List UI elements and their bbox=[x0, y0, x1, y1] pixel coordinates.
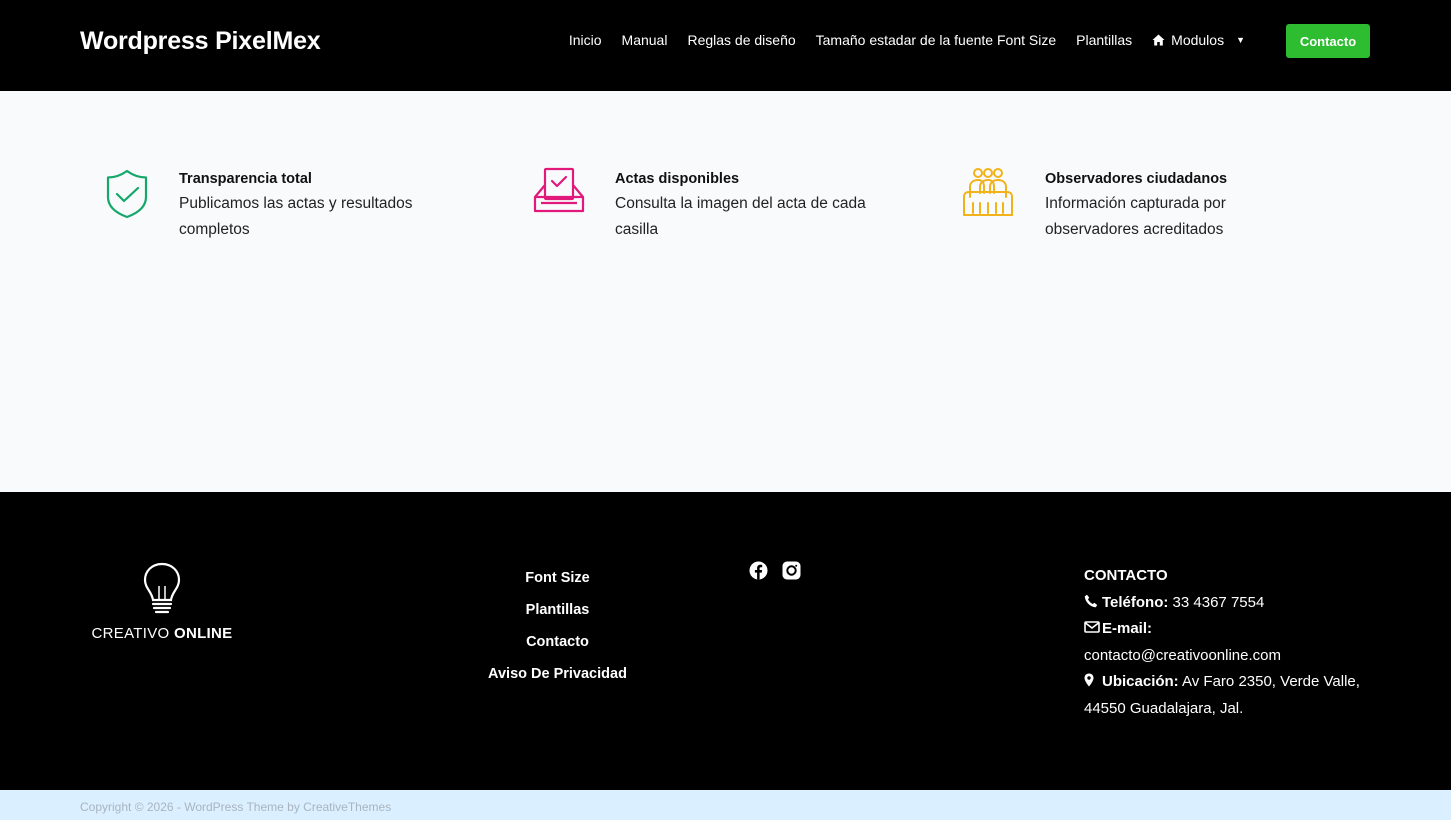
nav-item-modulos[interactable]: Modulos ▼ bbox=[1142, 32, 1255, 48]
feature-desc: Información capturada por observadores a… bbox=[1045, 195, 1226, 238]
email-label: E-mail: bbox=[1102, 620, 1153, 637]
contact-location: Ubicación: Av Faro 2350, Verde Valle, 44… bbox=[1084, 669, 1384, 722]
phone-value: 33 4367 7554 bbox=[1168, 593, 1265, 611]
creativo-online-logo[interactable]: CREATIVO ONLINE bbox=[87, 562, 237, 642]
feature-title: Actas disponibles bbox=[615, 171, 740, 187]
nav-item-reglas[interactable]: Reglas de diseño bbox=[677, 32, 805, 48]
footer-link-font-size[interactable]: Font Size bbox=[470, 562, 645, 594]
copyright-text: Copyright © 2026 - WordPress Theme by Cr… bbox=[80, 800, 392, 814]
phone-icon bbox=[1084, 591, 1098, 607]
contact-button[interactable]: Contacto bbox=[1286, 24, 1370, 58]
logo-text-light: CREATIVO bbox=[91, 625, 174, 642]
instagram-icon[interactable] bbox=[782, 561, 801, 580]
feature-title: Transparencia total bbox=[179, 171, 312, 187]
feature-observadores: Observadores ciudadanos Información capt… bbox=[962, 167, 1322, 243]
nav-item-font-size[interactable]: Tamaño estadar de la fuente Font Size bbox=[806, 32, 1066, 48]
main-nav: Inicio Manual Reglas de diseño Tamaño es… bbox=[559, 32, 1255, 48]
social-links bbox=[749, 561, 801, 580]
nav-item-plantillas[interactable]: Plantillas bbox=[1066, 32, 1142, 48]
caret-down-icon: ▼ bbox=[1236, 35, 1245, 45]
contact-email: E-mail: bbox=[1084, 616, 1384, 643]
observers-icon bbox=[962, 167, 1014, 223]
footer-bottom-bar: Copyright © 2026 - WordPress Theme by Cr… bbox=[0, 790, 1451, 820]
site-header: Wordpress PixelMex Inicio Manual Reglas … bbox=[0, 0, 1451, 91]
lightbulb-icon bbox=[143, 562, 181, 614]
contact-phone: Teléfono: 33 4367 7554 bbox=[1084, 590, 1384, 617]
feature-desc: Consulta la imagen del acta de cada casi… bbox=[615, 195, 866, 238]
site-footer: CREATIVO ONLINE Font Size Plantillas Con… bbox=[0, 492, 1451, 790]
footer-contact: CONTACTO Teléfono: 33 4367 7554 E-mail: … bbox=[1084, 563, 1384, 722]
footer-links: Font Size Plantillas Contacto Aviso De P… bbox=[470, 562, 645, 690]
envelope-icon bbox=[1084, 617, 1100, 633]
feature-transparencia: Transparencia total Publicamos las actas… bbox=[104, 167, 464, 243]
nav-item-inicio[interactable]: Inicio bbox=[559, 32, 612, 48]
shield-check-icon bbox=[104, 167, 154, 223]
location-label: Ubicación: bbox=[1102, 673, 1179, 690]
footer-link-aviso-privacidad[interactable]: Aviso De Privacidad bbox=[470, 658, 645, 690]
home-icon bbox=[1152, 34, 1165, 46]
facebook-icon[interactable] bbox=[749, 561, 768, 580]
footer-link-plantillas[interactable]: Plantillas bbox=[470, 594, 645, 626]
contact-email-value[interactable]: contacto@creativoonline.com bbox=[1084, 643, 1384, 670]
phone-label: Teléfono: bbox=[1102, 593, 1169, 611]
logo-wordmark: CREATIVO ONLINE bbox=[87, 625, 237, 642]
nav-item-modulos-label: Modulos bbox=[1171, 32, 1225, 48]
footer-link-contacto[interactable]: Contacto bbox=[470, 626, 645, 658]
feature-desc: Publicamos las actas y resultados comple… bbox=[179, 195, 413, 238]
contact-heading: CONTACTO bbox=[1084, 567, 1168, 584]
feature-actas: Actas disponibles Consulta la imagen del… bbox=[533, 167, 893, 243]
feature-title: Observadores ciudadanos bbox=[1045, 171, 1228, 187]
nav-item-manual[interactable]: Manual bbox=[612, 32, 678, 48]
ballot-box-icon bbox=[533, 167, 585, 223]
map-marker-icon bbox=[1084, 670, 1098, 687]
logo-text-bold: ONLINE bbox=[173, 625, 233, 642]
features-section: Transparencia total Publicamos las actas… bbox=[0, 91, 1451, 492]
site-brand[interactable]: Wordpress PixelMex bbox=[80, 27, 321, 56]
